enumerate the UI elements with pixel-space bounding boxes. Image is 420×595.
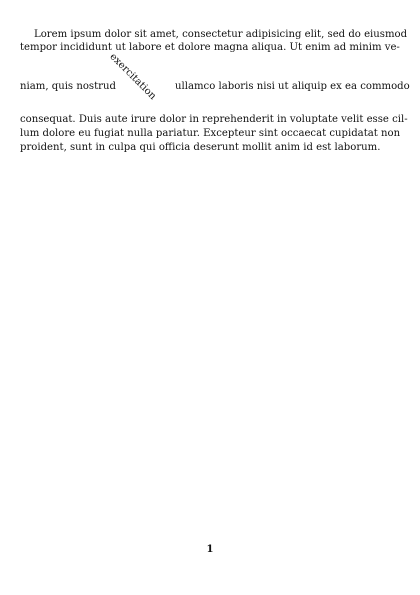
paragraph-line-4: consequat. Duis aute irure dolor in repr… <box>20 114 408 125</box>
rotated-word-exercitation: exercitation <box>107 51 159 103</box>
paragraph-line-2: tempor incididunt ut labore et dolore ma… <box>20 42 400 53</box>
paragraph-line-6: proident, sunt in culpa qui officia dese… <box>20 142 381 153</box>
paragraph-line-5: lum dolore eu fugiat nulla pariatur. Exc… <box>20 128 401 139</box>
paragraph-line-3-left: niam, quis nostrud <box>20 81 116 92</box>
paragraph-line-1: Lorem ipsum dolor sit amet, consectetur … <box>34 29 408 40</box>
document-page: Lorem ipsum dolor sit amet, consectetur … <box>0 0 420 595</box>
page-number: 1 <box>206 544 214 555</box>
paragraph-line-3-right: ullamco laboris nisi ut aliquip ex ea co… <box>175 81 410 92</box>
